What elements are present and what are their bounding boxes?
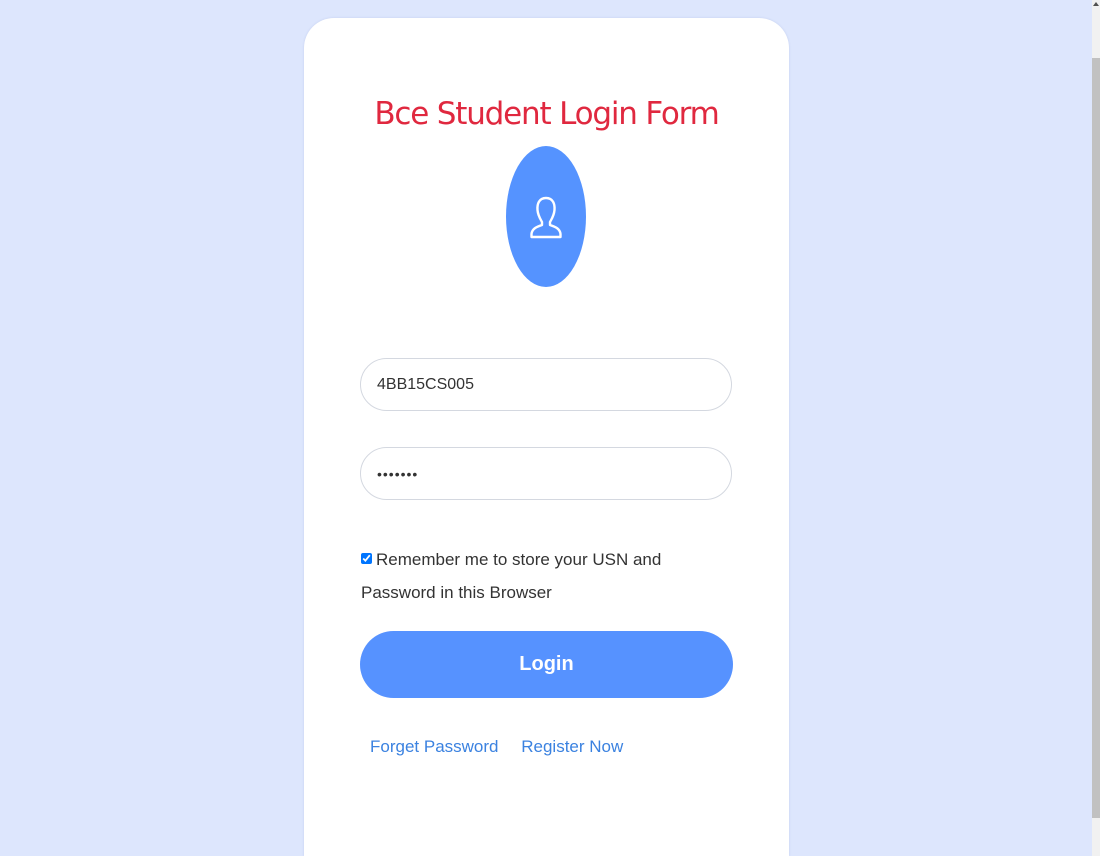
login-button[interactable]: Login <box>360 631 733 698</box>
footer-links: Forget Password Register Now <box>370 737 641 757</box>
scroll-up-icon[interactable] <box>1093 2 1099 6</box>
form-title: Bce Student Login Form <box>374 96 720 132</box>
remember-label: Remember me to store your USN and Passwo… <box>361 550 662 602</box>
remember-me[interactable]: Remember me to store your USN and Passwo… <box>361 543 721 609</box>
avatar <box>506 146 586 287</box>
scrollbar[interactable] <box>1092 0 1100 856</box>
remember-checkbox[interactable] <box>361 553 372 564</box>
register-link[interactable]: Register Now <box>521 737 623 756</box>
password-input[interactable] <box>360 447 732 500</box>
user-icon <box>530 196 562 238</box>
scrollbar-thumb[interactable] <box>1092 58 1100 818</box>
forgot-password-link[interactable]: Forget Password <box>370 737 499 756</box>
page: Bce Student Login Form Remember me to st… <box>0 0 1100 856</box>
usn-input[interactable] <box>360 358 732 411</box>
login-card: Bce Student Login Form Remember me to st… <box>304 18 789 856</box>
